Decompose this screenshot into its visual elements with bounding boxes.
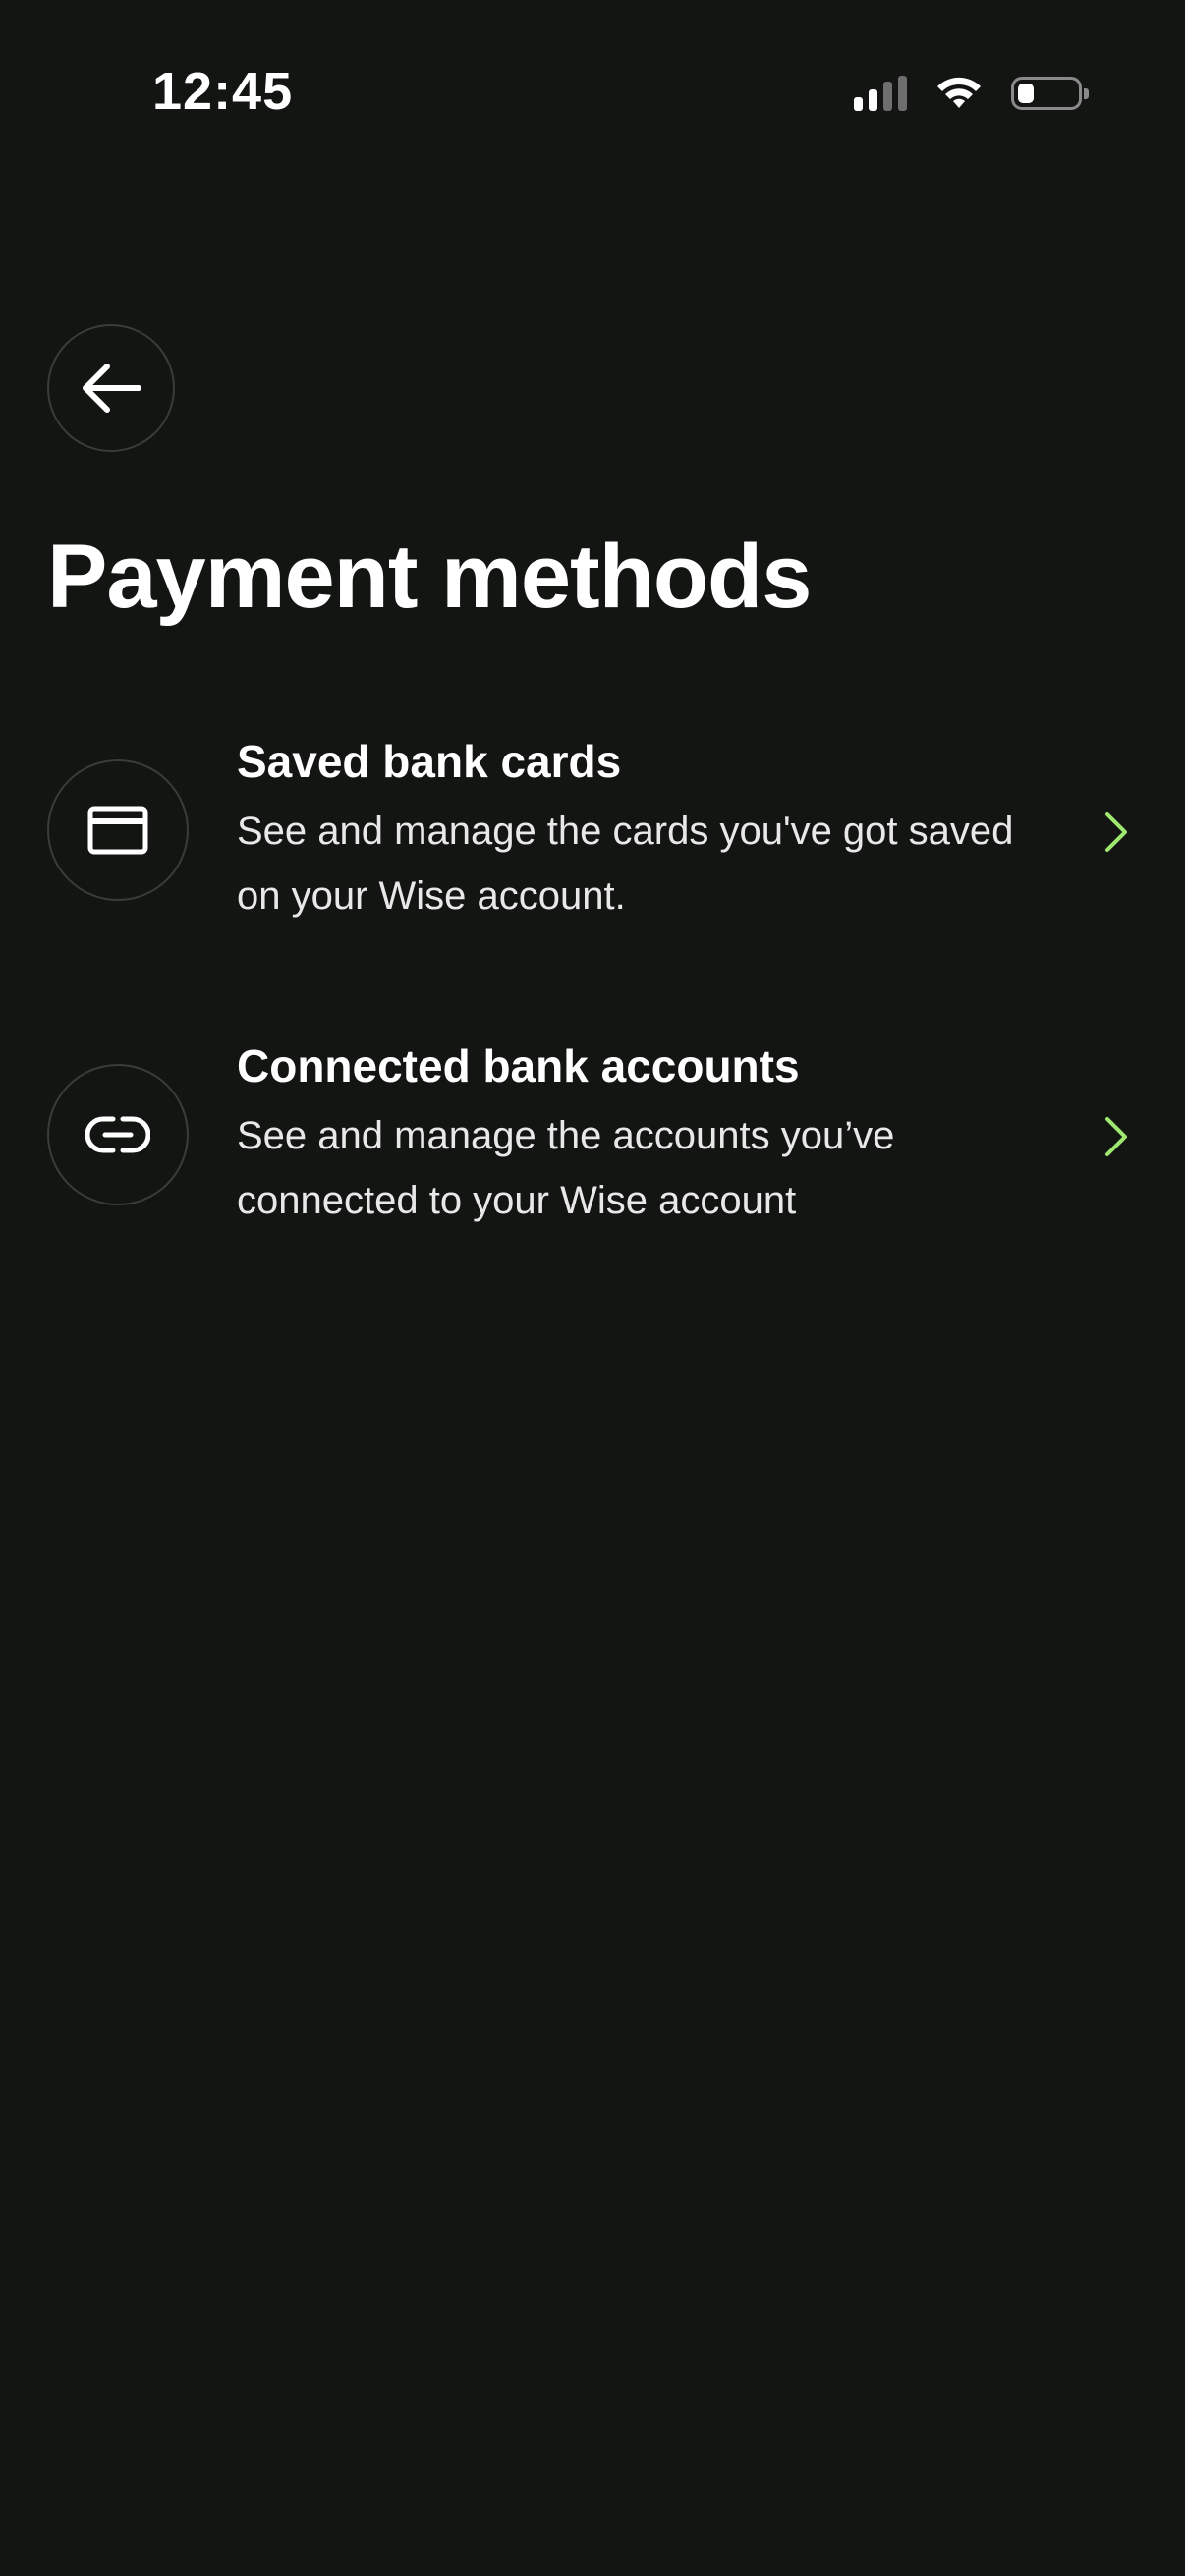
wifi-icon [937,77,981,108]
list-item-connected-bank-accounts[interactable]: Connected bank accounts See and manage t… [0,1036,1185,1341]
item-description: See and manage the accounts you’ve conne… [237,1114,895,1222]
back-button[interactable] [47,324,175,452]
cellular-signal-icon [854,76,907,111]
payment-methods-list: Saved bank cards See and manage the card… [0,732,1185,1341]
battery-icon [1011,77,1089,110]
credit-card-icon [87,806,148,855]
status-bar: 12:45 [0,0,1185,196]
item-text: Saved bank cards See and manage the card… [237,732,1023,928]
link-icon [85,1116,150,1153]
item-description: See and manage the cards you've got save… [237,810,1014,918]
chevron-right-icon [1105,812,1127,852]
item-title: Connected bank accounts [237,1040,800,1092]
status-icons [854,75,1089,112]
item-icon-container [47,759,189,901]
status-time: 12:45 [152,62,294,121]
chevron-right-icon [1105,1117,1127,1156]
list-item-saved-bank-cards[interactable]: Saved bank cards See and manage the card… [0,732,1185,1036]
item-text: Connected bank accounts See and manage t… [237,1036,1023,1233]
item-title: Saved bank cards [237,736,622,787]
page-title: Payment methods [47,527,812,627]
arrow-left-icon [83,364,141,413]
item-icon-container [47,1064,189,1205]
